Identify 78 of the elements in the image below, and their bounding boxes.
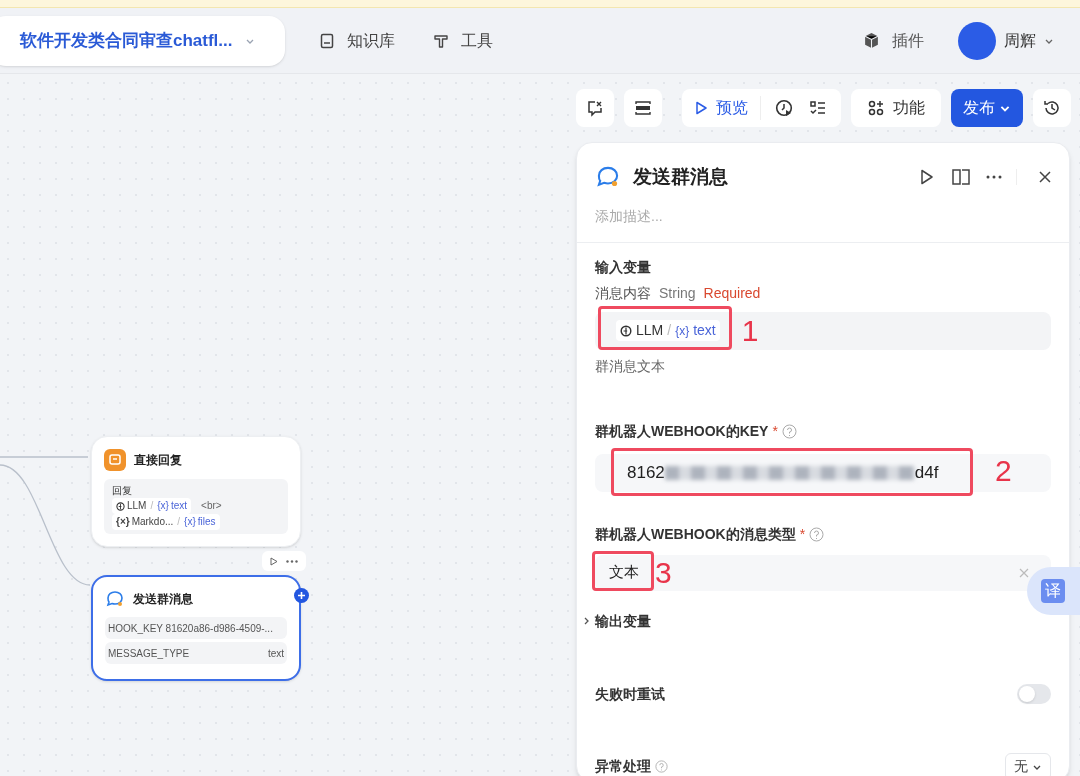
node-name: LLM: [127, 499, 147, 513]
apps-add-icon: [867, 99, 885, 117]
param-row: MESSAGE_TYPE text: [105, 642, 287, 664]
variable-name: files: [197, 515, 216, 529]
play-icon: [694, 101, 708, 115]
variable-icon: {x}: [675, 321, 690, 340]
variable-icon: {×}: [116, 514, 130, 530]
close-icon[interactable]: [1039, 171, 1051, 184]
history-icon: [1043, 99, 1061, 117]
variable-name: text: [170, 499, 188, 513]
more-icon[interactable]: [986, 175, 1002, 180]
history-button[interactable]: [1033, 89, 1071, 127]
description-field[interactable]: 添加描述...: [595, 205, 895, 227]
node-name: LLM: [636, 321, 664, 340]
section-title: 输入变量: [595, 257, 652, 277]
path-separator: /: [667, 321, 672, 340]
hammer-icon: [432, 32, 449, 49]
publish-button[interactable]: 发布: [951, 89, 1023, 127]
variable-icon: {x}: [184, 514, 196, 530]
markup-text: <br>: [201, 499, 222, 513]
book-open-icon[interactable]: [952, 169, 970, 186]
variable-input-field[interactable]: LLM / {x} text 1: [595, 311, 1051, 350]
variable-icon: {x}: [157, 498, 169, 514]
field-type: String: [659, 283, 696, 302]
more-icon[interactable]: [286, 559, 298, 563]
node-name: Markdo...: [131, 515, 174, 529]
add-node-icon[interactable]: [294, 588, 309, 603]
plugins-link[interactable]: 插件: [863, 28, 924, 53]
help-icon: [809, 526, 825, 542]
section-title: 异常处理: [595, 757, 651, 776]
chat-variable-icon: [586, 99, 604, 117]
checklist-icon: [809, 99, 827, 117]
section-title: 群机器人WEBHOOK的消息类型: [595, 524, 796, 544]
cube-icon: [863, 32, 880, 49]
field-hint: 群消息文本: [595, 356, 666, 376]
run-history-button[interactable]: [773, 97, 795, 119]
error-handling-select[interactable]: 无: [1005, 752, 1051, 776]
param-row: HOOK_KEY 81620a86-d986-4509-...: [105, 617, 287, 639]
required-mark: *: [799, 524, 806, 544]
preview-button[interactable]: 预览: [694, 96, 761, 120]
help-icon: [781, 423, 797, 439]
llm-icon: [116, 501, 125, 511]
panel-title: 发送群消息: [633, 165, 728, 189]
user-menu[interactable]: 周辉: [958, 21, 1054, 60]
features-button[interactable]: 功能: [851, 89, 941, 127]
env-button[interactable]: [624, 89, 662, 127]
help-icon: [655, 760, 668, 773]
workflow-node[interactable]: 发送群消息 HOOK_KEY 81620a86-d986-4509-... MESSAGE_TYPE text: [91, 575, 301, 681]
play-icon[interactable]: [920, 169, 934, 186]
node-title: 发送群消息: [133, 591, 193, 608]
annotation-box: [592, 550, 654, 591]
play-icon[interactable]: [270, 556, 278, 566]
nav-link[interactable]: 知识库: [314, 28, 399, 53]
annotation-number: 3: [655, 557, 672, 588]
retry-toggle[interactable]: [1017, 684, 1051, 704]
section-title: 输出变量: [595, 611, 651, 631]
avatar: [958, 21, 996, 60]
required-mark: *: [772, 421, 778, 441]
field-label: 消息内容: [595, 283, 651, 302]
node-title: 直接回复: [134, 452, 182, 469]
field-label: 回复: [112, 484, 132, 498]
llm-icon: [620, 324, 632, 337]
book-icon: [318, 32, 335, 49]
annotation-number: 1: [741, 315, 759, 346]
variable-name: text: [693, 321, 716, 340]
clock-play-icon: [774, 98, 794, 118]
path-separator: /: [177, 515, 181, 529]
required-label: Required: [703, 283, 761, 302]
annotation-number: 2: [995, 455, 1012, 486]
variable-inspect-button[interactable]: [576, 89, 614, 127]
path-separator: /: [150, 499, 154, 513]
nav-link[interactable]: 工具: [428, 28, 497, 53]
chat-bubble-icon: [105, 589, 125, 609]
reply-icon: [104, 449, 126, 471]
app-selector[interactable]: 软件开发类合同审查chatfl...: [0, 15, 285, 66]
workflow-node[interactable]: 直接回复 回复 LLM / {x} text <br> {×} Markdo... / {x} files: [91, 436, 301, 547]
section-title: 群机器人WEBHOOK的KEY: [595, 421, 769, 441]
section-title: 失败时重试: [595, 684, 665, 704]
